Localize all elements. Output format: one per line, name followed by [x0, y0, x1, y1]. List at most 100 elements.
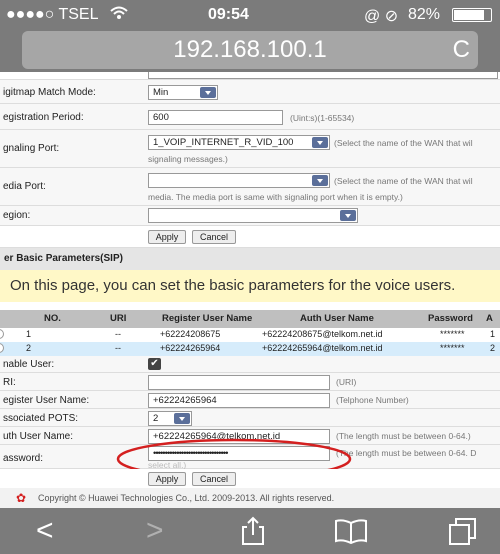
carrier-signal: ●●●●○ TSEL: [6, 6, 99, 23]
register-name-row: egister User Name: +62224265964 (Telphon…: [0, 391, 500, 409]
battery-percent: 82%: [408, 6, 441, 23]
reg-period-input[interactable]: 600: [148, 110, 283, 125]
table-header: NO. URI Register User Name Auth User Nam…: [0, 310, 500, 328]
chevron-down-icon: [312, 175, 328, 186]
media-hint: (Select the name of the WAN that wil: [334, 176, 473, 186]
col-extra: A: [486, 313, 493, 324]
top-strip: [0, 72, 500, 80]
signaling-hint-2: signaling messages.): [148, 154, 228, 164]
row-no: 1: [26, 329, 32, 339]
row-radio[interactable]: [0, 343, 4, 353]
register-name-hint: (Telphone Number): [336, 395, 409, 405]
chevron-down-icon: [200, 87, 216, 98]
forward-icon[interactable]: >: [146, 514, 164, 548]
row-auth-user: +62224265964@telkom.net.id: [262, 343, 383, 353]
page-content: igitmap Match Mode: Min egistration Peri…: [0, 72, 500, 508]
row-uri: --: [115, 343, 121, 353]
settings-buttons: Apply Cancel: [0, 226, 500, 248]
media-port-label: edia Port:: [3, 181, 46, 192]
row-register-user: +62224208675: [160, 329, 221, 339]
section-title: er Basic Parameters(SIP): [0, 248, 500, 270]
uri-hint: (URI): [336, 377, 357, 387]
signaling-port-value: 1_VOIP_INTERNET_R_VID_100: [153, 137, 294, 148]
col-no: NO.: [44, 313, 61, 324]
back-icon[interactable]: <: [36, 514, 54, 548]
row-extra: 2: [490, 343, 496, 353]
register-name-input[interactable]: +62224265964: [148, 393, 330, 408]
register-name-value: +62224265964: [153, 395, 217, 406]
enable-user-row: nable User: ✔: [0, 356, 500, 373]
row-password: *******: [440, 329, 465, 339]
register-name-label: egister User Name:: [3, 395, 90, 406]
digitmap-row: igitmap Match Mode: Min: [0, 80, 500, 104]
bookmarks-icon[interactable]: [334, 518, 368, 549]
password-hint: (The length must be between 0-64. D: [336, 448, 477, 458]
col-register-user: Register User Name: [162, 313, 253, 324]
reload-icon[interactable]: C: [453, 31, 470, 69]
col-password: Password: [428, 313, 473, 324]
digitmap-label: igitmap Match Mode:: [3, 87, 96, 98]
row-password: *******: [440, 343, 465, 353]
chevron-down-icon: [340, 210, 356, 221]
info-banner: On this page, you can set the basic para…: [0, 270, 500, 302]
cancel-button[interactable]: Cancel: [192, 230, 236, 244]
digitmap-select[interactable]: Min: [148, 85, 218, 100]
password-label: assword:: [3, 453, 44, 464]
uri-label: RI:: [3, 377, 16, 388]
media-port-row: edia Port: (Select the name of the WAN t…: [0, 168, 500, 206]
share-icon[interactable]: [240, 516, 266, 551]
browser-toolbar: < >: [0, 508, 500, 554]
address-field[interactable]: 192.168.100.1 C: [22, 31, 478, 69]
chevron-down-icon: [312, 137, 328, 148]
row-uri: --: [115, 329, 121, 339]
region-label: egion:: [3, 210, 31, 221]
reg-period-row: egistration Period: 600 (Uint:s)(1-65534…: [0, 104, 500, 130]
apply-button[interactable]: Apply: [148, 230, 186, 244]
apply-button[interactable]: Apply: [148, 472, 186, 486]
status-bar: ●●●●○ TSEL 09:54 @ ⊘ 82%: [0, 0, 500, 28]
row-no: 2: [26, 343, 32, 353]
battery-icon: [452, 8, 492, 22]
signaling-port-select[interactable]: 1_VOIP_INTERNET_R_VID_100: [148, 135, 330, 150]
signaling-hint: (Select the name of the WAN that wil: [334, 138, 473, 148]
url-text: 192.168.100.1: [173, 36, 327, 63]
col-auth-user: Auth User Name: [300, 313, 374, 324]
huawei-logo-icon: ✿: [16, 491, 27, 505]
cancel-button[interactable]: Cancel: [192, 472, 236, 486]
pots-label: ssociated POTS:: [3, 413, 79, 424]
page-footer: ✿ Copyright © Huawei Technologies Co., L…: [0, 488, 500, 508]
pots-select[interactable]: 2: [148, 411, 192, 426]
browser-url-bar: 192.168.100.1 C: [0, 28, 500, 72]
region-select[interactable]: [148, 208, 358, 223]
uri-input[interactable]: [148, 375, 330, 390]
enable-user-label: nable User:: [3, 359, 55, 370]
tabs-icon[interactable]: [448, 516, 478, 551]
region-row: egion:: [0, 206, 500, 226]
status-icons: @ ⊘: [364, 8, 399, 25]
media-port-select[interactable]: [148, 173, 330, 188]
pots-row: ssociated POTS: 2: [0, 409, 500, 427]
wifi-icon: [110, 6, 128, 25]
signaling-port-row: gnaling Port: 1_VOIP_INTERNET_R_VID_100 …: [0, 130, 500, 168]
table-row[interactable]: 2 -- +62224265964 +62224265964@telkom.ne…: [0, 342, 500, 356]
reg-period-hint: (Uint:s)(1-65534): [290, 113, 355, 123]
auth-name-label: uth User Name:: [3, 431, 74, 442]
media-hint-2: media. The media port is same with signa…: [148, 192, 403, 202]
reg-period-label: egistration Period:: [3, 112, 84, 123]
table-row[interactable]: 1 -- +62224208675 +62224208675@telkom.ne…: [0, 328, 500, 342]
row-register-user: +62224265964: [160, 343, 221, 353]
digitmap-value: Min: [153, 87, 169, 98]
row-auth-user: +62224208675@telkom.net.id: [262, 329, 383, 339]
chevron-down-icon: [174, 413, 190, 424]
pots-value: 2: [153, 413, 159, 424]
auth-name-hint: (The length must be between 0-64.): [336, 431, 471, 441]
reg-period-value: 600: [153, 112, 169, 123]
row-extra: 1: [490, 329, 496, 339]
enable-user-checkbox[interactable]: ✔: [148, 358, 161, 370]
top-input[interactable]: [148, 72, 498, 79]
row-radio[interactable]: [0, 329, 4, 339]
uri-row: RI: (URI): [0, 373, 500, 391]
col-uri: URI: [110, 313, 127, 324]
clock: 09:54: [208, 6, 249, 23]
form-buttons: Apply Cancel: [0, 469, 500, 489]
